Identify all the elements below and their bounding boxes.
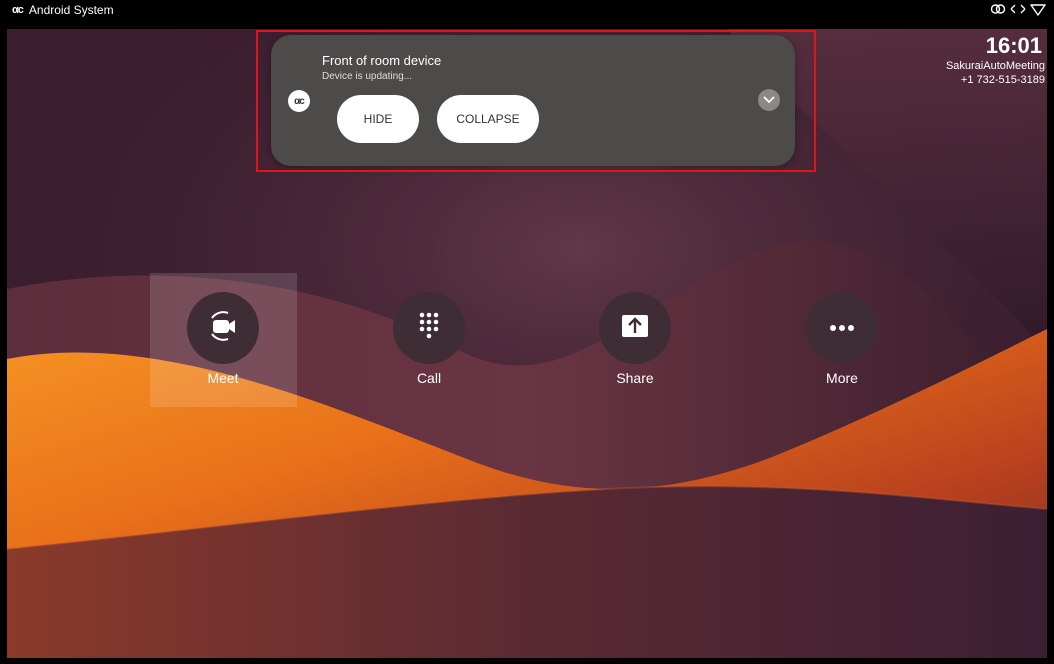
wifi-icon (1030, 2, 1046, 16)
meet-label: Meet (207, 370, 239, 386)
share-circle (599, 292, 671, 364)
more-circle (806, 292, 878, 364)
call-circle (393, 292, 465, 364)
video-camera-icon (206, 309, 240, 348)
clock: 16:01 (985, 33, 1042, 58)
screen: αc Android System 16:01 SakuraiAutoMeeti… (0, 0, 1054, 664)
status-app: αc Android System (12, 3, 114, 17)
device-name: SakuraiAutoMeeting (945, 60, 1045, 72)
status-bar: αc Android System (0, 0, 1054, 22)
meet-circle (187, 292, 259, 364)
highlight-frame (256, 30, 816, 172)
share-up-arrow-icon (621, 314, 649, 343)
call-button[interactable]: Call (369, 292, 489, 386)
share-button[interactable]: Share (575, 292, 695, 386)
swap-arrows-icon (1010, 2, 1026, 16)
dialpad-icon (418, 311, 440, 346)
share-label: Share (616, 370, 654, 386)
more-dots-icon (829, 319, 855, 337)
device-number: +1 732-515-3189 (960, 74, 1045, 86)
more-label: More (826, 370, 858, 386)
status-icons (990, 2, 1046, 16)
app-logo: αc (12, 4, 24, 16)
more-button[interactable]: More (782, 292, 902, 386)
status-app-name: Android System (28, 3, 114, 17)
link-icon (990, 2, 1006, 16)
meet-button[interactable]: Meet (163, 292, 283, 386)
call-label: Call (416, 370, 442, 386)
